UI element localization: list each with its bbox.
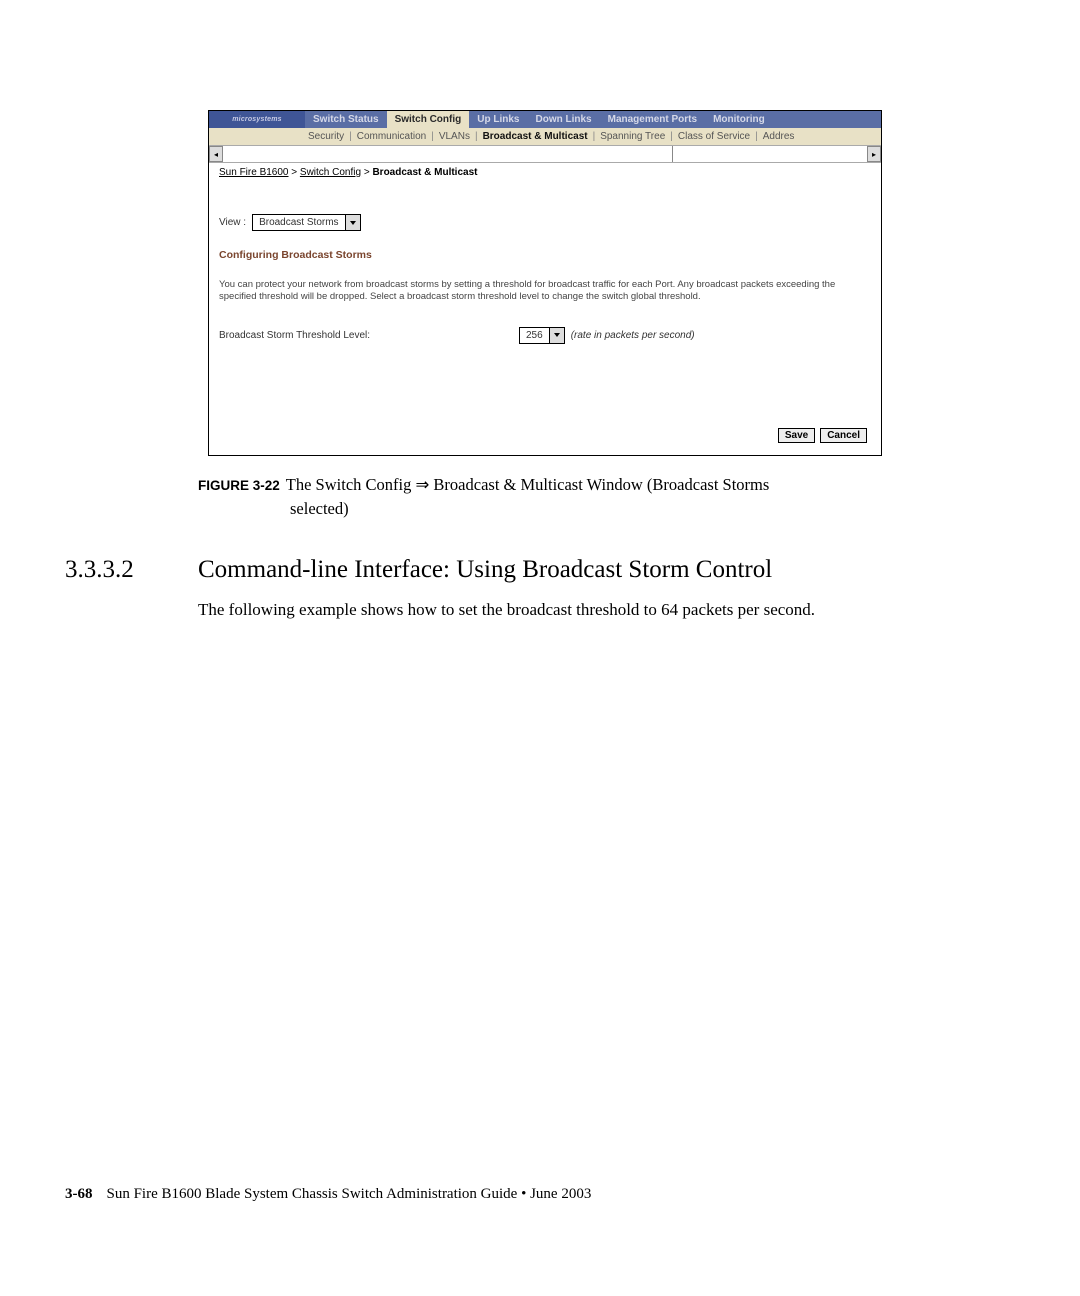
breadcrumb-switch-config[interactable]: Switch Config [300,167,361,178]
figure-label: FIGURE 3-22 [198,478,280,493]
button-row: Save Cancel [778,428,867,443]
page-footer: 3-68 Sun Fire B1600 Blade System Chassis … [65,1186,591,1203]
scroll-right-icon[interactable]: ▸ [867,146,881,162]
switch-config-screenshot: microsystems Switch Status Switch Config… [208,110,882,456]
subtab-vlans[interactable]: VLANs [436,131,473,142]
tab-management-ports[interactable]: Management Ports [600,111,705,128]
figure-caption-line1: The Switch Config ⇒ Broadcast & Multicas… [286,475,770,494]
section-title: Command-line Interface: Using Broadcast … [198,556,772,584]
save-button[interactable]: Save [778,428,815,443]
scroll-left-icon[interactable]: ◂ [209,146,223,162]
view-select-value: Broadcast Storms [253,217,344,228]
view-select[interactable]: Broadcast Storms [252,214,360,231]
subtab-address-truncated[interactable]: Addres [760,131,798,142]
tab-monitoring[interactable]: Monitoring [705,111,773,128]
tab-up-links[interactable]: Up Links [469,111,527,128]
subtab-broadcast-multicast[interactable]: Broadcast & Multicast [480,131,591,142]
primary-tab-row: microsystems Switch Status Switch Config… [209,111,881,128]
threshold-label: Broadcast Storm Threshold Level: [219,330,519,341]
subtab-class-of-service[interactable]: Class of Service [675,131,753,142]
figure-caption-line2: selected) [290,498,898,520]
logo: microsystems [209,111,305,128]
cancel-button[interactable]: Cancel [820,428,867,443]
scroll-track-right [673,146,867,162]
tab-switch-status[interactable]: Switch Status [305,111,387,128]
breadcrumb-root[interactable]: Sun Fire B1600 [219,167,289,178]
chevron-down-icon[interactable] [549,328,564,343]
section-heading: Configuring Broadcast Storms [219,249,871,261]
breadcrumb-current: Broadcast & Multicast [372,167,477,178]
scroll-track[interactable] [223,146,673,162]
breadcrumb: Sun Fire B1600 > Switch Config > Broadca… [209,163,881,180]
tab-switch-config[interactable]: Switch Config [387,111,470,128]
threshold-hint: (rate in packets per second) [571,330,695,341]
page-number: 3-68 [65,1186,93,1202]
body-paragraph: The following example shows how to set t… [198,598,898,621]
description-text: You can protect your network from broadc… [219,279,871,303]
section-number: 3.3.3.2 [65,556,134,584]
breadcrumb-sep: > [364,167,370,178]
breadcrumb-sep: > [291,167,297,178]
threshold-value: 256 [520,330,549,341]
tab-down-links[interactable]: Down Links [527,111,599,128]
subtab-security[interactable]: Security [305,131,347,142]
scroll-bar-strip: ◂ ▸ [209,145,881,163]
secondary-tab-row: Security| Communication| VLANs| Broadcas… [209,128,881,145]
figure-caption: FIGURE 3-22 The Switch Config ⇒ Broadcast… [198,474,898,521]
subtab-spanning-tree[interactable]: Spanning Tree [597,131,668,142]
view-row: View : Broadcast Storms [219,214,871,231]
subtab-communication[interactable]: Communication [354,131,429,142]
threshold-select[interactable]: 256 [519,327,565,344]
view-label: View : [219,217,246,228]
chevron-down-icon[interactable] [345,215,360,230]
threshold-row: Broadcast Storm Threshold Level: 256 (ra… [219,327,871,344]
panel-body: View : Broadcast Storms Configuring Broa… [209,180,881,344]
footer-text: Sun Fire B1600 Blade System Chassis Swit… [107,1186,592,1202]
